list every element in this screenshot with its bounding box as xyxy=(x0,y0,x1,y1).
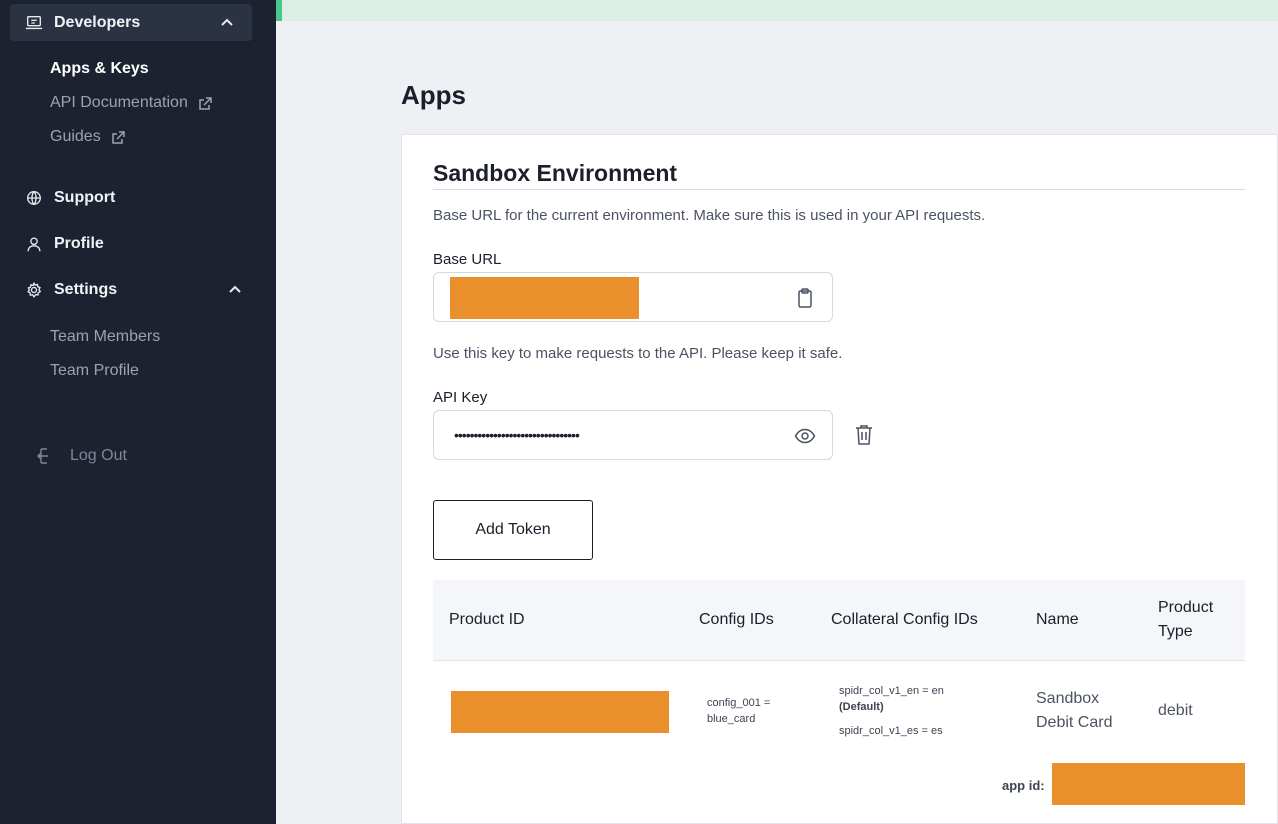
user-icon xyxy=(24,234,44,254)
external-link-icon xyxy=(198,96,213,111)
table-header: Product ID Config IDs Collateral Config … xyxy=(433,580,1245,661)
laptop-icon xyxy=(24,13,44,33)
default-badge: (Default) xyxy=(839,701,884,713)
app-id-label: app id: xyxy=(1002,778,1045,793)
api-key-masked-value: •••••••••••••••••••••••••••••••• xyxy=(454,427,580,443)
redacted-app-id xyxy=(1052,763,1245,805)
nav-support-label: Support xyxy=(54,189,116,206)
base-url-field[interactable] xyxy=(433,272,833,322)
nav-team-profile-label: Team Profile xyxy=(50,362,139,379)
cell-collateral-config-1: spidr_col_v1_en = en (Default) xyxy=(839,683,949,715)
logout-button[interactable]: Log Out xyxy=(34,445,127,467)
external-link-icon xyxy=(111,130,126,145)
cell-product-type: debit xyxy=(1158,702,1193,719)
api-key-field[interactable]: •••••••••••••••••••••••••••••••• xyxy=(433,410,833,460)
sidebar: Developers Apps & Keys API Documentation… xyxy=(0,0,276,824)
base-url-description: Base URL for the current environment. Ma… xyxy=(433,207,986,224)
nav-team-members[interactable]: Team Members xyxy=(50,328,160,346)
column-header-product-type: Product Type xyxy=(1158,599,1214,640)
divider xyxy=(433,189,1245,190)
nav-api-documentation[interactable]: API Documentation xyxy=(50,94,213,112)
nav-developers-label: Developers xyxy=(54,13,141,31)
nav-profile[interactable]: Profile xyxy=(24,234,104,254)
table-row: config_001 = blue_card spidr_col_v1_en =… xyxy=(433,661,1245,761)
page-title: Apps xyxy=(401,80,466,110)
chevron-up-icon[interactable] xyxy=(220,16,234,30)
nav-api-documentation-label: API Documentation xyxy=(50,94,188,111)
gear-icon xyxy=(24,280,44,300)
column-header-name: Name xyxy=(1036,611,1079,628)
nav-team-profile[interactable]: Team Profile xyxy=(50,362,139,380)
nav-settings[interactable]: Settings xyxy=(24,280,241,300)
nav-apps-keys[interactable]: Apps & Keys xyxy=(50,60,149,78)
nav-team-members-label: Team Members xyxy=(50,328,161,345)
nav-settings-label: Settings xyxy=(54,281,118,298)
column-header-config-ids: Config IDs xyxy=(699,611,774,628)
eye-icon[interactable] xyxy=(794,425,816,447)
column-header-product-id: Product ID xyxy=(449,611,525,628)
cell-collateral-config-2: spidr_col_v1_es = es xyxy=(839,725,943,737)
redacted-product-id xyxy=(451,691,669,733)
clipboard-icon[interactable] xyxy=(794,287,816,309)
column-header-collateral-config-ids: Collateral Config IDs xyxy=(831,611,978,628)
sandbox-card: Sandbox Environment Base URL for the cur… xyxy=(401,134,1278,824)
globe-icon xyxy=(24,188,44,208)
notification-banner xyxy=(276,0,1278,21)
redacted-base-url xyxy=(450,277,639,319)
logout-label: Log Out xyxy=(70,447,127,464)
nav-guides-label: Guides xyxy=(50,128,101,145)
api-key-label: API Key xyxy=(433,389,488,406)
trash-icon[interactable] xyxy=(853,423,875,447)
collateral-config-1-text: spidr_col_v1_en = en xyxy=(839,685,944,697)
section-title: Sandbox Environment xyxy=(433,160,678,186)
nav-support[interactable]: Support xyxy=(24,188,115,208)
cell-config-ids: config_001 = blue_card xyxy=(707,697,771,725)
nav-developers[interactable]: Developers xyxy=(10,4,252,41)
add-token-button[interactable]: Add Token xyxy=(433,500,593,560)
cell-name: Sandbox Debit Card xyxy=(1036,690,1113,731)
nav-apps-keys-label: Apps & Keys xyxy=(50,60,149,77)
base-url-label: Base URL xyxy=(433,251,502,268)
nav-guides[interactable]: Guides xyxy=(50,128,126,146)
nav-profile-label: Profile xyxy=(54,235,104,252)
api-key-description: Use this key to make requests to the API… xyxy=(433,345,843,362)
logout-icon xyxy=(37,448,48,464)
chevron-up-icon[interactable] xyxy=(228,283,242,297)
